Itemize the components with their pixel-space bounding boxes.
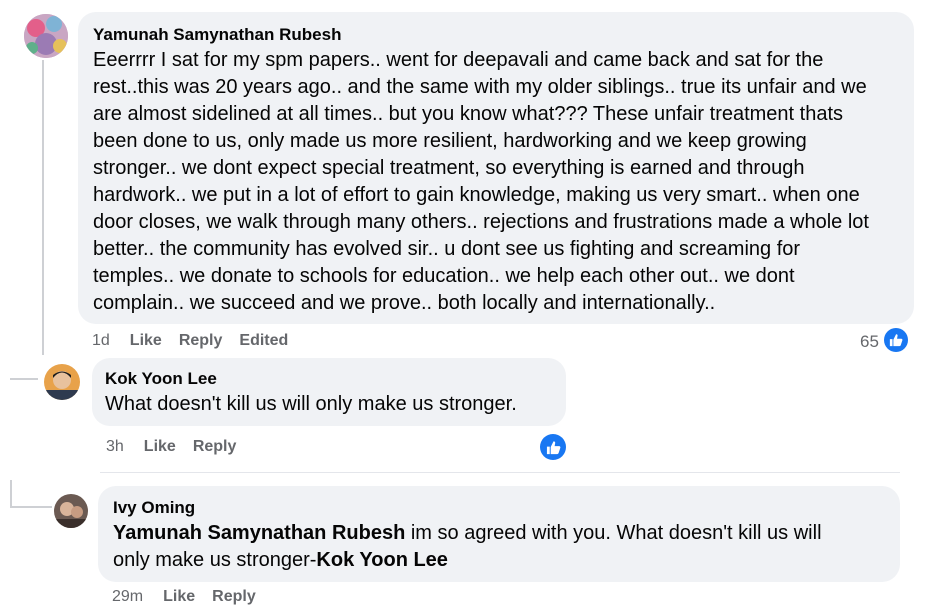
like-button[interactable]: Like <box>144 438 176 456</box>
comment-line: rest..this was 20 years ago.. and the sa… <box>93 76 867 98</box>
reaction-badge[interactable] <box>540 434 566 460</box>
edited-label[interactable]: Edited <box>239 332 288 350</box>
profile-photo-icon <box>44 364 80 400</box>
comment-text-part: im so agreed with you. What doesn't kill… <box>405 522 822 544</box>
thread-connector-1 <box>10 378 38 380</box>
comment-line: complain.. we succeed and we prove.. bot… <box>93 292 716 314</box>
avatar[interactable] <box>44 364 80 400</box>
thread-connector-2 <box>10 506 52 508</box>
comment-timestamp[interactable]: 3h <box>106 438 124 456</box>
reply-button[interactable]: Reply <box>193 438 237 456</box>
mention-link[interactable]: Yamunah Samynathan Rubesh <box>113 522 405 544</box>
comment-line: Yamunah Samynathan Rubesh im so agreed w… <box>113 520 885 547</box>
comment-bubble: Yamunah Samynathan Rubesh Eeerrrr I sat … <box>78 12 914 324</box>
comment-text-part: only make us stronger- <box>113 549 317 571</box>
like-button[interactable]: Like <box>130 332 162 350</box>
comment-timestamp[interactable]: 29m <box>112 588 143 606</box>
comment-bubble: Kok Yoon Lee What doesn't kill us will o… <box>92 358 566 426</box>
comment-line: are almost sidelined at all times.. but … <box>93 103 844 125</box>
comment-line: been done to us, only made us more resil… <box>93 130 807 152</box>
comment-timestamp[interactable]: 1d <box>92 332 110 350</box>
comment-line: better.. the community has evolved sir..… <box>93 238 801 260</box>
profile-photo-icon <box>24 14 68 58</box>
comment-line: stronger.. we dont expect special treatm… <box>93 157 805 179</box>
comment-text: What doesn't kill us will only make us s… <box>105 393 517 415</box>
avatar[interactable] <box>24 14 68 58</box>
comment-author[interactable]: Ivy Oming <box>113 497 885 519</box>
like-button[interactable]: Like <box>163 588 195 606</box>
profile-photo-icon <box>54 494 88 528</box>
comment-line: door closes, we walk through many others… <box>93 211 869 233</box>
reaction-badge[interactable] <box>884 328 908 352</box>
divider <box>100 472 900 473</box>
comment-actions: 3h Like Reply <box>106 438 253 456</box>
thread-connector-2-vertical <box>10 480 12 508</box>
reaction-count[interactable]: 65 <box>860 332 879 352</box>
comment-text: Eeerrrr I sat for my spm papers.. went f… <box>93 47 900 317</box>
comment-line: temples.. we donate to schools for educa… <box>93 265 795 287</box>
comment-line: only make us stronger-Kok Yoon Lee <box>113 547 885 574</box>
comment-text: Yamunah Samynathan Rubesh im so agreed w… <box>113 520 885 574</box>
comment-author[interactable]: Yamunah Samynathan Rubesh <box>93 24 900 46</box>
reply-button[interactable]: Reply <box>179 332 223 350</box>
comment-actions: 29m Like Reply <box>112 588 273 606</box>
comment-line: Eeerrrr I sat for my spm papers.. went f… <box>93 49 824 71</box>
thumbs-up-icon <box>546 440 560 454</box>
comment-bubble: Ivy Oming Yamunah Samynathan Rubesh im s… <box>98 486 900 582</box>
reply-button[interactable]: Reply <box>212 588 256 606</box>
mention-link[interactable]: Kok Yoon Lee <box>316 549 448 571</box>
comment-line: hardwork.. we put in a lot of effort to … <box>93 184 860 206</box>
thread-line-vertical <box>42 60 44 355</box>
avatar[interactable] <box>54 494 88 528</box>
comment-actions: 1d Like Reply Edited <box>92 332 305 350</box>
comment-author[interactable]: Kok Yoon Lee <box>105 368 553 390</box>
thumbs-up-icon <box>889 334 903 347</box>
